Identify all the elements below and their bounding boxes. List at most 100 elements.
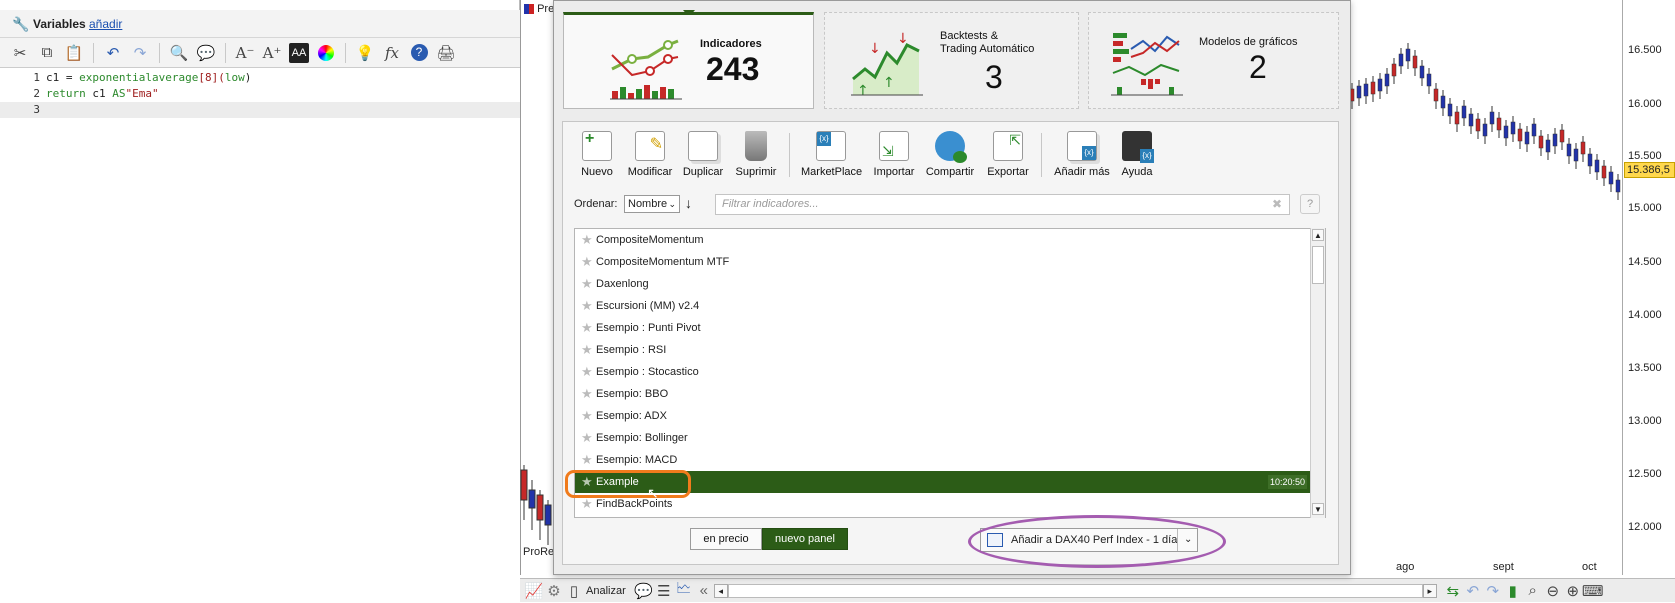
action-divider (1041, 133, 1042, 177)
indicator-list-item[interactable]: ★ Esempio: BBO (575, 383, 1311, 405)
function-icon[interactable]: fx (382, 43, 402, 63)
redo-icon[interactable]: ↷ (1483, 581, 1503, 601)
new-panel-button[interactable]: nuevo panel (762, 528, 848, 550)
candle-body (1559, 129, 1565, 143)
new-button[interactable]: + Nuevo (567, 130, 627, 183)
indicator-list-item[interactable]: ★ Escursioni (MM) v2.4 (575, 295, 1311, 317)
star-icon[interactable]: ★ (581, 251, 593, 273)
list-scrollbar[interactable]: ▲ ▼ (1310, 228, 1325, 518)
paste-icon[interactable]: 📋 (64, 43, 84, 63)
indicator-list-item[interactable]: ★ Esempio: MACD (575, 449, 1311, 471)
add-variable-link[interactable]: añadir (89, 17, 122, 31)
indicator-list-item[interactable]: ★ Esempio : RSI (575, 339, 1311, 361)
add-more-button[interactable]: {x} Añadir más (1052, 131, 1112, 183)
undo-icon[interactable]: ↶ (103, 43, 123, 63)
font-decrease-icon[interactable]: A⁻ (235, 43, 255, 63)
star-icon[interactable]: ★ (581, 405, 593, 427)
indicator-list-item[interactable]: ★ Esempio : Punti Pivot (575, 317, 1311, 339)
scroll-down-button[interactable]: ▼ (1312, 503, 1324, 515)
import-button[interactable]: ⇲ Importar (864, 131, 924, 183)
zoom-area-icon[interactable]: ⌕ (1523, 581, 1543, 601)
share-icon[interactable]: ⚙ (544, 581, 564, 601)
card-backtests[interactable]: ↓ ↓ ↑ ↑ Backtests & Trading Automático 3 (824, 12, 1079, 109)
indicator-name: Daxenlong (596, 278, 649, 290)
filter-help-icon[interactable]: ? (1300, 194, 1320, 214)
delete-button[interactable]: Suprimir (726, 131, 786, 183)
keyboard-icon[interactable]: ⌨ (1582, 581, 1604, 601)
scroll-left-button[interactable]: ◂ (713, 583, 728, 598)
scroll-thumb[interactable] (1312, 246, 1324, 284)
indicator-list-item[interactable]: ★ Esempio : Stocastico (575, 361, 1311, 383)
clear-filter-icon[interactable]: ✖ (1272, 197, 1282, 211)
star-icon[interactable]: ★ (581, 361, 593, 383)
indicator-list-item[interactable]: ★ Daxenlong (575, 273, 1311, 295)
code-line-3[interactable]: 3 (0, 102, 520, 118)
analyze-button[interactable]: Analizar (586, 585, 626, 597)
indicator-icon[interactable]: 📈 (524, 581, 544, 601)
font-increase-icon[interactable]: A⁺ (262, 43, 282, 63)
copy-icon[interactable]: ⧉ (37, 43, 57, 63)
indicator-list-item[interactable]: ★ Esempio: Bollinger (575, 427, 1311, 449)
star-icon[interactable]: ★ (581, 273, 593, 295)
star-icon[interactable]: ★ (581, 295, 593, 317)
filter-input[interactable]: Filtrar indicadores... (715, 194, 1290, 215)
indicator-name: Esempio: ADX (596, 410, 667, 422)
color-wheel-icon[interactable] (316, 43, 336, 63)
trash-icon (745, 131, 767, 161)
code-lines[interactable]: 1 c1 = exponentialaverage[8](low) 2 retu… (0, 68, 520, 118)
lightbulb-icon[interactable]: 💡 (355, 43, 375, 63)
cut-icon[interactable]: ✂ (10, 43, 30, 63)
indicator-list-item[interactable]: ★ Esempio: ADX (575, 405, 1311, 427)
comment-icon[interactable]: 💬 (196, 43, 216, 63)
scroll-up-button[interactable]: ▲ (1312, 229, 1324, 241)
price-axis-label: 15.500 (1628, 150, 1662, 162)
code-line-2[interactable]: 2 return c1 AS"Ema" (0, 86, 520, 102)
share-button[interactable]: Compartir (920, 131, 980, 183)
on-price-button[interactable]: en precio (690, 528, 762, 550)
horizontal-scrollbar[interactable] (727, 583, 1423, 598)
candle-body (1398, 53, 1404, 67)
candle-body (1405, 48, 1411, 62)
help-icon[interactable]: ? (409, 43, 429, 63)
video-help-icon: {x} (1122, 131, 1154, 163)
card-indicators[interactable]: Indicadores 243 (563, 12, 814, 109)
indicator-list-item[interactable]: ★ CompositeMomentum (575, 229, 1311, 251)
code-line-1[interactable]: 1 c1 = exponentialaverage[8](low) (0, 70, 520, 86)
scroll-right-button[interactable]: ▸ (1422, 583, 1437, 598)
indicator-list-item[interactable]: ★ CompositeMomentum MTF (575, 251, 1311, 273)
print-icon[interactable]: 🖨 (436, 43, 456, 63)
duplicate-button[interactable]: Duplicar (673, 131, 733, 183)
candle-body (1594, 159, 1600, 173)
star-icon[interactable]: ★ (581, 317, 593, 339)
sort-select[interactable]: Nombre ⌄ (624, 195, 680, 213)
export-button[interactable]: ⇱ Exportar (978, 131, 1038, 183)
star-icon[interactable]: ★ (581, 449, 593, 471)
candle-body (1615, 179, 1621, 193)
font-style-icon[interactable]: AA (289, 42, 309, 63)
undo-icon[interactable]: ↶ (1463, 581, 1483, 601)
search-icon[interactable]: 🔍 (169, 43, 189, 63)
star-icon[interactable]: ★ (581, 427, 593, 449)
help-button[interactable]: {x} Ayuda (1107, 131, 1167, 183)
candle-icon[interactable]: ▮ (1503, 581, 1523, 601)
list-icon[interactable]: ☰ (654, 581, 674, 601)
collapse-icon[interactable]: « (694, 581, 714, 601)
card-chart-templates[interactable]: Modelos de gráficos 2 (1088, 12, 1339, 109)
modify-button[interactable]: ✎ Modificar (620, 131, 680, 183)
chart-window-icon[interactable]: 🗠 (674, 580, 694, 601)
star-icon[interactable]: ★ (581, 383, 593, 405)
redo-icon[interactable]: ↷ (130, 43, 150, 63)
star-icon[interactable]: ★ (581, 229, 593, 251)
zoom-out-icon[interactable]: ⊖ (1543, 581, 1563, 601)
candle-body (1482, 123, 1488, 137)
star-icon[interactable]: ★ (581, 339, 593, 361)
panel-icon[interactable]: ▯ (564, 581, 584, 601)
comment-icon[interactable]: 💬 (634, 581, 654, 601)
zoom-in-icon[interactable]: ⊕ (1563, 581, 1583, 601)
svg-text:↑: ↑ (883, 75, 895, 91)
wrench-icon[interactable]: 🔧 (12, 16, 29, 33)
reset-zoom-icon[interactable]: ⇆ (1443, 581, 1463, 601)
marketplace-button[interactable]: {x} MarketPlace (801, 131, 862, 183)
code-area[interactable] (0, 68, 520, 602)
sort-direction-icon[interactable]: ↓ (685, 195, 692, 211)
